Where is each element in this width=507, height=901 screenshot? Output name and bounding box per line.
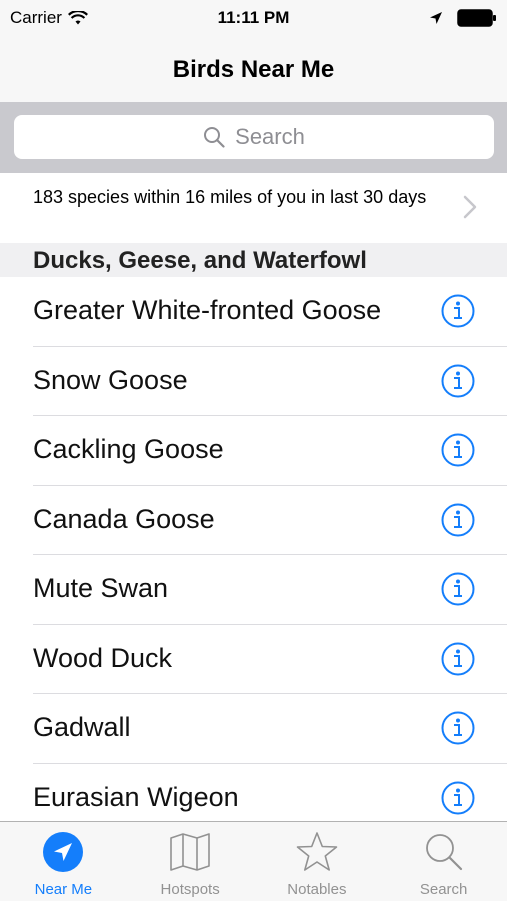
search-icon [425, 834, 462, 871]
tab-search[interactable]: Search [380, 822, 507, 901]
search-placeholder: Search [235, 124, 305, 149]
bird-name: Eurasian Wigeon [33, 781, 239, 812]
list-item[interactable]: Mute Swan [0, 555, 507, 625]
search-input[interactable]: Search [14, 115, 494, 159]
list-item[interactable]: Canada Goose [0, 485, 507, 555]
info-icon[interactable] [441, 642, 475, 676]
battery-icon [457, 9, 496, 27]
list-item[interactable]: Wood Duck [0, 624, 507, 694]
tab-label: Notables [287, 881, 347, 898]
list-item[interactable]: Cackling Goose [0, 416, 507, 486]
search-bar: Search [0, 102, 507, 173]
section-title: Ducks, Geese, and Waterfowl [33, 247, 367, 274]
section-header: Ducks, Geese, and Waterfowl [0, 243, 507, 277]
info-icon[interactable] [441, 433, 475, 467]
bird-name: Cackling Goose [33, 434, 224, 464]
location-arrow-icon [43, 832, 84, 872]
bird-name: Canada Goose [33, 503, 215, 534]
bird-name: Gadwall [33, 712, 131, 742]
species-summary-text: 183 species within 16 miles of you in la… [33, 187, 427, 207]
info-icon[interactable] [441, 781, 475, 815]
tab-label: Hotspots [160, 881, 220, 898]
search-icon [204, 127, 225, 148]
list-item[interactable]: Snow Goose [0, 346, 507, 416]
status-indicators [429, 9, 497, 27]
location-services-icon [430, 12, 442, 24]
navigation-bar: Birds Near Me [0, 36, 507, 103]
tab-notables[interactable]: Notables [254, 822, 381, 901]
info-icon[interactable] [441, 294, 475, 328]
status-bar: Carrier 11:11 PM [0, 0, 507, 36]
tab-label: Near Me [34, 881, 93, 898]
info-icon[interactable] [441, 572, 475, 606]
bird-name: Snow Goose [33, 364, 188, 395]
star-icon [296, 832, 338, 871]
info-icon[interactable] [441, 711, 475, 745]
bird-name: Wood Duck [33, 642, 173, 673]
list-item[interactable]: Greater White-fronted Goose [0, 277, 507, 347]
chevron-right-icon [463, 195, 477, 219]
tab-hotspots[interactable]: Hotspots [127, 822, 254, 901]
bird-list: Greater White-fronted Goose Snow Goose C… [0, 277, 507, 822]
map-icon [170, 833, 210, 871]
info-icon[interactable] [441, 503, 475, 537]
tab-label: Search [419, 881, 468, 898]
bird-name: Mute Swan [33, 573, 169, 603]
list-item[interactable]: Eurasian Wigeon [0, 763, 507, 822]
species-summary-row[interactable]: 183 species within 16 miles of you in la… [0, 173, 507, 243]
tab-near-me[interactable]: Near Me [0, 822, 127, 901]
bird-name: Greater White-fronted Goose [33, 295, 382, 325]
info-icon[interactable] [441, 364, 475, 398]
list-item[interactable]: Gadwall [0, 694, 507, 764]
tab-bar: Near Me Hotspots Notables Search [0, 821, 507, 901]
page-title: Birds Near Me [172, 56, 335, 83]
